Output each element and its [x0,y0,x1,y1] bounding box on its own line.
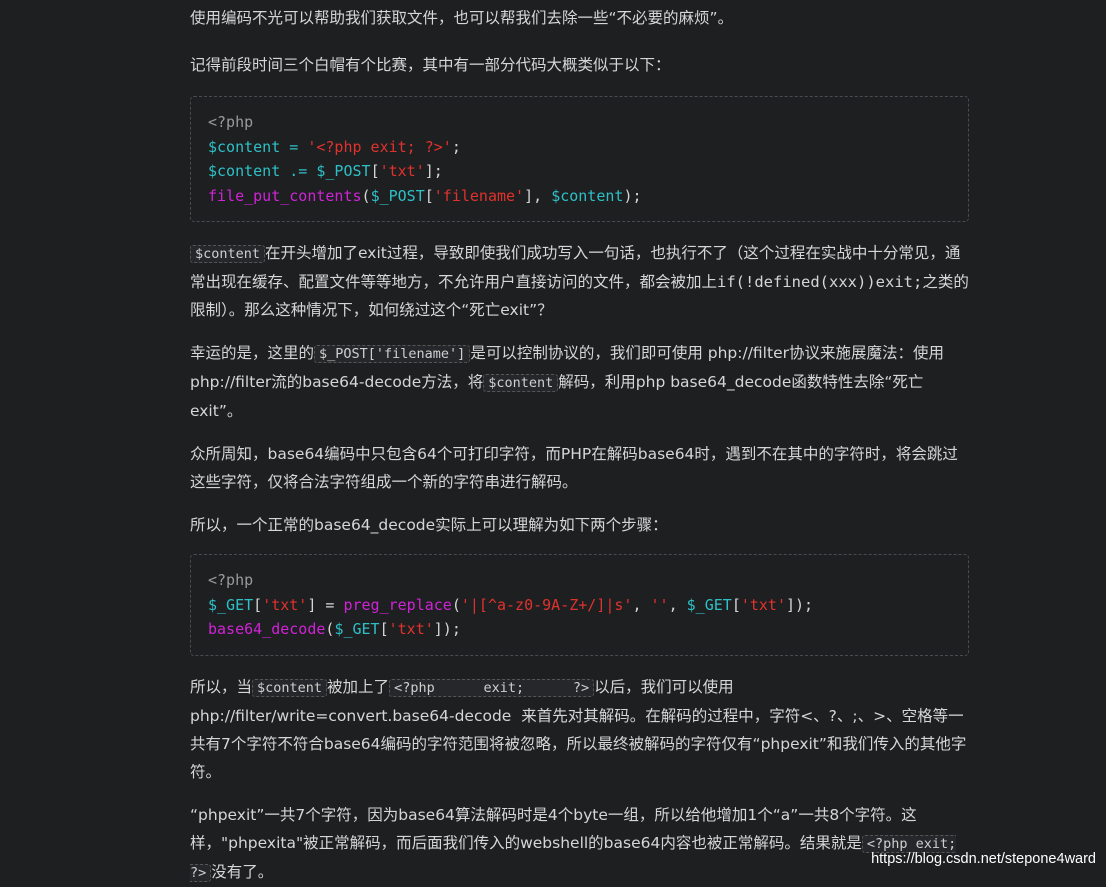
code-token: $_POST [316,162,371,180]
code-token: $_GET [208,595,254,614]
code-token: '|[^a-z0-9A-Z+/]|s' [460,595,633,614]
paragraph-intro: 使用编码不光可以帮助我们获取文件，也可以帮我们去除一些“不必要的麻烦”。 [190,9,734,27]
paragraph-base64-chars: 众所周知，base64编码中只包含64个可打印字符，而PHP在解码base64时… [190,445,958,491]
paragraph-phpexit: “phpexit”一共7个字符，因为base64算法解码时是4个byte一组，所… [190,801,969,887]
code-token: [ [731,595,741,614]
inline-code: $content [190,245,266,263]
inline-code: $_POST['filename'] [314,345,471,363]
code-token: , [632,595,651,614]
code-token: ]; [424,162,443,180]
paragraph-text: 幸运的是，这里的 [190,344,315,362]
code-token: ); [623,186,642,205]
code-token: file_put_contents [208,186,362,205]
paragraph-content-exit: $content 在开头增加了exit过程，导致即使我们成功写入一句话，也执行不了… [190,239,969,324]
watermark: https://blog.csdn.net/stepone4ward [871,851,1096,867]
inline-mono-text: if(!defined(xxx))exit; [717,273,923,291]
paragraph-filter: 幸运的是，这里的 $_POST['filename'] 是可以控制协议的，我们即可使… [190,339,969,425]
code-token: 'txt' [740,595,786,614]
code-token: 'filename' [433,186,525,205]
code-token: .= [280,162,317,180]
code-block-file-put: <?php $content = '<?php exit; ?>'; $cont… [190,96,969,222]
code-block-decode: <?php $_GET['txt'] = preg_replace('|[^a-… [190,554,969,656]
code-token: [ [379,620,389,638]
inline-code: $content [483,374,559,392]
code-token: '' [650,595,669,614]
code-token: ], [524,186,552,205]
paragraph-contest: 记得前段时间三个白帽有个比赛，其中有一部分代码大概类似于以下： [190,56,671,74]
code-token: $_GET [334,620,380,638]
article-body: 使用编码不光可以帮助我们获取文件，也可以帮我们去除一些“不必要的麻烦”。 记得前… [190,0,969,887]
code-token: '<?php exit; ?>' [307,137,452,156]
code-token: ( [451,595,461,614]
code-token: 'txt' [379,162,425,180]
inline-code: <?php exit; ?> [389,678,595,697]
paragraph-decode-process: 所以，当 $content 被加上了 <?php exit; ?> 以后，我们可以使用 … [190,673,969,786]
code-token: 'txt' [388,620,434,638]
code-token: = [280,137,308,156]
paragraph-text: 没有了。 [211,862,274,881]
inline-code: $content [252,678,328,697]
code-token: preg_replace [343,595,452,614]
paragraph-text: 被加上了 [327,677,390,696]
code-token: , [668,595,687,614]
code-token: $_GET [686,595,732,614]
code-token: $content [208,162,281,180]
paragraph-text: “phpexit”一共7个字符，因为base64算法解码时是4个byte一组，所… [190,805,917,852]
paragraph-steps: 所以，一个正常的base64_decode实际上可以理解为如下两个步骤： [190,516,668,534]
code-token: ( [361,186,371,205]
code-token: base64_decode [208,620,326,638]
paragraph-text: 所以，当 [190,677,253,696]
code-token: <?php [208,113,254,131]
code-token: <?php [208,571,254,589]
code-token: $content [551,186,624,205]
code-token: ]); [433,620,461,638]
code-token: ; [451,137,461,156]
code-token: [ [253,595,263,614]
code-token: 'txt' [262,595,308,614]
code-token: $_POST [370,186,425,205]
code-token: $content [208,137,281,156]
code-token: ]); [786,595,814,614]
code-token: [ [370,162,380,180]
code-token: [ [424,186,434,205]
code-token: ] = [307,595,344,614]
